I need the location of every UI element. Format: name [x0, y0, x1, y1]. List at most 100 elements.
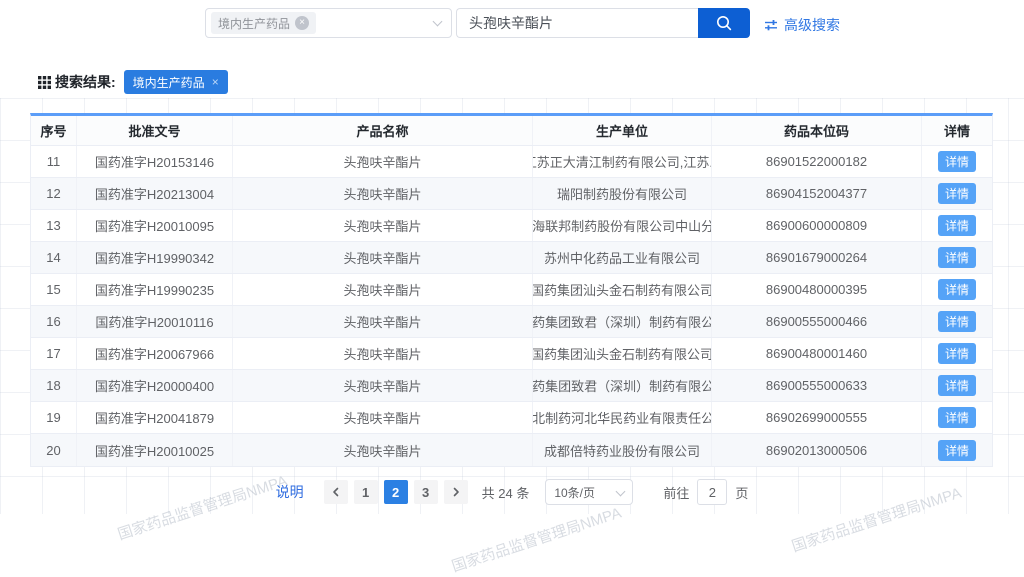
- close-icon[interactable]: ×: [212, 75, 219, 89]
- detail-button[interactable]: 详情: [938, 247, 976, 268]
- cell-code: 86900555000466: [712, 306, 922, 337]
- cell-code: 86902013000506: [712, 434, 922, 466]
- detail-button[interactable]: 详情: [938, 183, 976, 204]
- header-manufacturer: 生产单位: [533, 116, 712, 145]
- sliders-icon: [764, 18, 778, 32]
- cell-code: 86900600000809: [712, 210, 922, 241]
- search-type-select[interactable]: 境内生产药品 ×: [205, 8, 452, 38]
- cell-product: 头孢呋辛酯片: [233, 178, 533, 209]
- page-button-2[interactable]: 2: [384, 480, 408, 504]
- table-row: 11 国药准字H20153146 头孢呋辛酯片 江苏正大清江制药有限公司,江苏.…: [31, 146, 992, 178]
- filter-tag[interactable]: 境内生产药品 ×: [124, 70, 228, 94]
- cell-detail: 详情: [922, 306, 992, 337]
- cell-approval: 国药准字H19990342: [77, 242, 233, 273]
- cell-product: 头孢呋辛酯片: [233, 434, 533, 466]
- cell-manufacturer: 国药集团致君（深圳）制药有限公...: [533, 370, 712, 401]
- page-button-3[interactable]: 3: [414, 480, 438, 504]
- results-label-text: 搜索结果:: [55, 72, 116, 92]
- goto-suffix: 页: [735, 483, 748, 502]
- goto-page-input[interactable]: [697, 479, 727, 505]
- cell-detail: 详情: [922, 146, 992, 177]
- chevron-down-icon: [616, 486, 626, 496]
- filter-tag-label: 境内生产药品: [133, 74, 205, 91]
- cell-manufacturer: 江苏正大清江制药有限公司,江苏...: [533, 146, 712, 177]
- cell-product: 头孢呋辛酯片: [233, 146, 533, 177]
- cell-seq: 15: [31, 274, 77, 305]
- search-input[interactable]: [456, 8, 698, 38]
- page-size-select[interactable]: 10条/页: [545, 479, 633, 505]
- cell-seq: 11: [31, 146, 77, 177]
- cell-approval: 国药准字H20000400: [77, 370, 233, 401]
- cell-manufacturer: 国药集团致君（深圳）制药有限公...: [533, 306, 712, 337]
- cell-detail: 详情: [922, 242, 992, 273]
- table-row: 13 国药准字H20010095 头孢呋辛酯片 珠海联邦制药股份有限公司中山分.…: [31, 210, 992, 242]
- cell-detail: 详情: [922, 210, 992, 241]
- table-row: 15 国药准字H19990235 头孢呋辛酯片 国药集团汕头金石制药有限公司 8…: [31, 274, 992, 306]
- cell-manufacturer: 国药集团汕头金石制药有限公司: [533, 338, 712, 369]
- cell-seq: 19: [31, 402, 77, 433]
- cell-approval: 国药准字H20213004: [77, 178, 233, 209]
- cell-product: 头孢呋辛酯片: [233, 370, 533, 401]
- detail-button[interactable]: 详情: [938, 440, 976, 461]
- cell-manufacturer: 珠海联邦制药股份有限公司中山分...: [533, 210, 712, 241]
- page-size-value: 10条/页: [554, 484, 595, 501]
- header-seq: 序号: [31, 116, 77, 145]
- detail-button[interactable]: 详情: [938, 151, 976, 172]
- prev-page-button[interactable]: [324, 480, 348, 504]
- cell-code: 86904152004377: [712, 178, 922, 209]
- goto-label: 前往: [663, 483, 689, 502]
- cell-seq: 16: [31, 306, 77, 337]
- note-link[interactable]: 说明: [276, 482, 304, 502]
- results-table: 序号 批准文号 产品名称 生产单位 药品本位码 详情 11 国药准字H20153…: [30, 113, 993, 467]
- close-circle-icon[interactable]: ×: [295, 16, 309, 30]
- cell-approval: 国药准字H19990235: [77, 274, 233, 305]
- detail-button[interactable]: 详情: [938, 311, 976, 332]
- search-icon: [715, 14, 733, 32]
- cell-product: 头孢呋辛酯片: [233, 306, 533, 337]
- cell-seq: 17: [31, 338, 77, 369]
- table-row: 14 国药准字H19990342 头孢呋辛酯片 苏州中化药品工业有限公司 869…: [31, 242, 992, 274]
- table-row: 20 国药准字H20010025 头孢呋辛酯片 成都倍特药业股份有限公司 869…: [31, 434, 992, 466]
- detail-button[interactable]: 详情: [938, 279, 976, 300]
- cell-manufacturer: 华北制药河北华民药业有限责任公...: [533, 402, 712, 433]
- chevron-down-icon: [433, 17, 443, 27]
- table-body: 11 国药准字H20153146 头孢呋辛酯片 江苏正大清江制药有限公司,江苏.…: [31, 146, 992, 466]
- detail-button[interactable]: 详情: [938, 343, 976, 364]
- header-code: 药品本位码: [712, 116, 922, 145]
- cell-code: 86902699000555: [712, 402, 922, 433]
- cell-detail: 详情: [922, 338, 992, 369]
- cell-manufacturer: 瑞阳制药股份有限公司: [533, 178, 712, 209]
- grid-icon: [38, 76, 51, 89]
- cell-manufacturer: 成都倍特药业股份有限公司: [533, 434, 712, 466]
- next-page-button[interactable]: [444, 480, 468, 504]
- detail-button[interactable]: 详情: [938, 375, 976, 396]
- advanced-search-link[interactable]: 高级搜索: [764, 15, 840, 35]
- page-button-1[interactable]: 1: [354, 480, 378, 504]
- table-row: 17 国药准字H20067966 头孢呋辛酯片 国药集团汕头金石制药有限公司 8…: [31, 338, 992, 370]
- cell-code: 86900555000633: [712, 370, 922, 401]
- cell-code: 86901522000182: [712, 146, 922, 177]
- cell-product: 头孢呋辛酯片: [233, 210, 533, 241]
- selected-type-tag: 境内生产药品 ×: [211, 12, 316, 34]
- detail-button[interactable]: 详情: [938, 215, 976, 236]
- table-row: 18 国药准字H20000400 头孢呋辛酯片 国药集团致君（深圳）制药有限公.…: [31, 370, 992, 402]
- header-detail: 详情: [922, 116, 992, 145]
- cell-approval: 国药准字H20067966: [77, 338, 233, 369]
- chevron-left-icon: [331, 487, 341, 497]
- cell-approval: 国药准字H20010095: [77, 210, 233, 241]
- detail-button[interactable]: 详情: [938, 407, 976, 428]
- cell-seq: 20: [31, 434, 77, 466]
- table-row: 19 国药准字H20041879 头孢呋辛酯片 华北制药河北华民药业有限责任公.…: [31, 402, 992, 434]
- cell-code: 86901679000264: [712, 242, 922, 273]
- cell-code: 86900480001460: [712, 338, 922, 369]
- header-approval: 批准文号: [77, 116, 233, 145]
- cell-detail: 详情: [922, 370, 992, 401]
- search-button[interactable]: [698, 8, 750, 38]
- cell-product: 头孢呋辛酯片: [233, 242, 533, 273]
- cell-seq: 18: [31, 370, 77, 401]
- total-count: 共 24 条: [482, 483, 530, 502]
- cell-seq: 13: [31, 210, 77, 241]
- goto-group: 前往 页: [663, 479, 748, 505]
- chevron-right-icon: [451, 487, 461, 497]
- cell-detail: 详情: [922, 402, 992, 433]
